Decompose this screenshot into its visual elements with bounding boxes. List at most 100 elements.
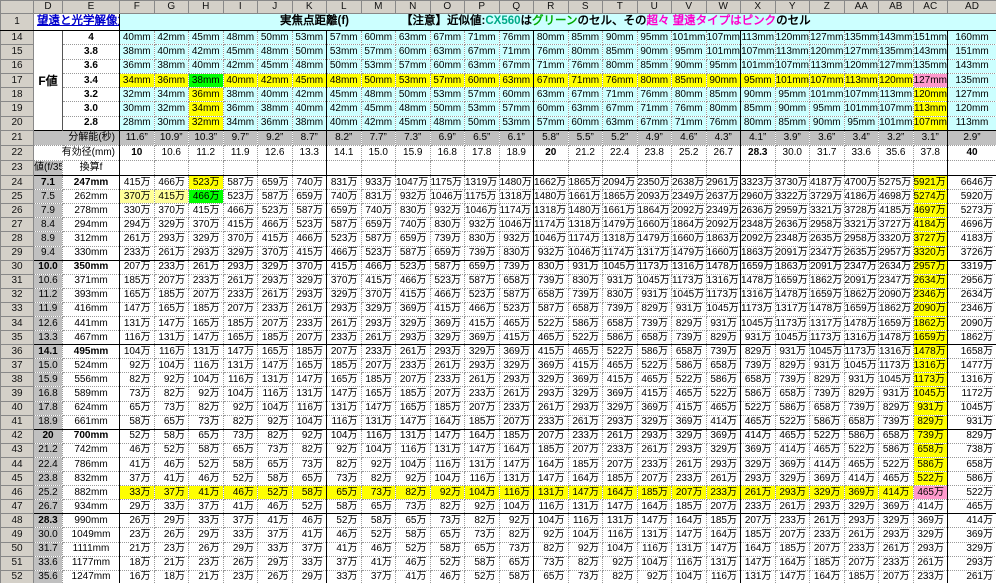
cell-Z24[interactable]: 4187万 bbox=[809, 175, 845, 191]
cell-Y26[interactable]: 2959万 bbox=[774, 203, 810, 219]
cell-T17[interactable]: 76mm bbox=[602, 72, 638, 89]
cell-Z50[interactable]: 207万 bbox=[809, 541, 845, 557]
cell-M46[interactable]: 73万 bbox=[360, 485, 396, 501]
cell-R26[interactable]: 1318万 bbox=[533, 203, 569, 219]
cell-Q46[interactable]: 116万 bbox=[498, 485, 534, 501]
cell-Y25[interactable]: 3322万 bbox=[774, 189, 810, 205]
cell-U38[interactable]: 465万 bbox=[636, 372, 672, 388]
cell-N47[interactable]: 73万 bbox=[395, 499, 431, 515]
cell-E40[interactable]: 624mm bbox=[62, 400, 120, 416]
cell-K43[interactable]: 82万 bbox=[291, 442, 327, 458]
cell-AD30[interactable]: 3319万 bbox=[947, 259, 996, 275]
cell-AA22[interactable]: 33.6 bbox=[843, 145, 879, 162]
cell-M27[interactable]: 659万 bbox=[360, 217, 396, 233]
cell-R45[interactable]: 147万 bbox=[533, 471, 569, 487]
cell-S40[interactable]: 293万 bbox=[567, 400, 603, 416]
cell-O29[interactable]: 659万 bbox=[429, 245, 465, 261]
cell-L40[interactable]: 131万 bbox=[326, 400, 362, 416]
cell-U18[interactable]: 76mm bbox=[636, 87, 672, 103]
cell-E42[interactable]: 700mm bbox=[62, 428, 120, 444]
cell-AA38[interactable]: 931万 bbox=[843, 372, 879, 388]
cell-Z19[interactable]: 95mm bbox=[809, 101, 845, 117]
cell-Y47[interactable]: 261万 bbox=[774, 499, 810, 515]
cell-AA36[interactable]: 1173万 bbox=[843, 344, 879, 360]
cell-K19[interactable]: 40mm bbox=[291, 101, 327, 117]
cell-H33[interactable]: 185万 bbox=[188, 301, 224, 318]
cell-G46[interactable]: 37万 bbox=[153, 485, 189, 501]
cell-H30[interactable]: 261万 bbox=[188, 259, 224, 275]
cell-K14[interactable]: 53mm bbox=[291, 29, 327, 46]
cell-R15[interactable]: 76mm bbox=[533, 44, 569, 60]
cell-S19[interactable]: 63mm bbox=[567, 101, 603, 117]
cell-F35[interactable]: 116万 bbox=[119, 330, 155, 346]
cell-AC31[interactable]: 2634万 bbox=[912, 273, 948, 289]
cell-F45[interactable]: 37万 bbox=[119, 471, 155, 487]
cell-F33[interactable]: 147万 bbox=[119, 301, 155, 318]
cell-Q18[interactable]: 60mm bbox=[498, 87, 534, 103]
cell-I40[interactable]: 92万 bbox=[222, 400, 258, 416]
cell-R34[interactable]: 522万 bbox=[533, 316, 569, 332]
cell-N35[interactable]: 293万 bbox=[395, 330, 431, 346]
cell-F52[interactable]: 16万 bbox=[119, 569, 155, 583]
cell-Z52[interactable]: 164万 bbox=[809, 569, 845, 583]
cell-U34[interactable]: 739万 bbox=[636, 316, 672, 332]
cell-H19[interactable]: 34mm bbox=[188, 101, 224, 117]
cell-P19[interactable]: 53mm bbox=[464, 101, 500, 117]
cell-L44[interactable]: 82万 bbox=[326, 456, 362, 473]
cell-O37[interactable]: 261万 bbox=[429, 358, 465, 374]
cell-N33[interactable]: 369万 bbox=[395, 301, 431, 318]
cell-P25[interactable]: 1175万 bbox=[464, 189, 500, 205]
row-header-36[interactable]: 36 bbox=[0, 344, 34, 360]
cell-G49[interactable]: 26万 bbox=[153, 527, 189, 543]
cell-U35[interactable]: 658万 bbox=[636, 330, 672, 346]
cell-P20[interactable]: 50mm bbox=[464, 115, 500, 132]
cell-N40[interactable]: 165万 bbox=[395, 400, 431, 416]
cell-E52[interactable]: 1247mm bbox=[62, 569, 120, 583]
cell-J16[interactable]: 45mm bbox=[257, 58, 293, 74]
cell-U24[interactable]: 2350万 bbox=[636, 175, 672, 191]
cell-Q39[interactable]: 261万 bbox=[498, 386, 534, 402]
cell-E26[interactable]: 278mm bbox=[62, 203, 120, 219]
cell-V42[interactable]: 329万 bbox=[671, 428, 707, 444]
cell-O15[interactable]: 63mm bbox=[429, 44, 465, 60]
cell-S38[interactable]: 369万 bbox=[567, 372, 603, 388]
cell-Z31[interactable]: 1862万 bbox=[809, 273, 845, 289]
cell-U37[interactable]: 522万 bbox=[636, 358, 672, 374]
cell-E28[interactable]: 312mm bbox=[62, 231, 120, 247]
cell-S25[interactable]: 1661万 bbox=[567, 189, 603, 205]
row-header-20[interactable]: 20 bbox=[0, 115, 34, 132]
cell-AC19[interactable]: 113mm bbox=[912, 101, 948, 117]
cell-G26[interactable]: 370万 bbox=[153, 203, 189, 219]
cell-K38[interactable]: 147万 bbox=[291, 372, 327, 388]
cell-F29[interactable]: 233万 bbox=[119, 245, 155, 261]
cell-AA50[interactable]: 233万 bbox=[843, 541, 879, 557]
cell-X43[interactable]: 369万 bbox=[740, 442, 776, 458]
cell-K52[interactable]: 29万 bbox=[291, 569, 327, 583]
cell-K29[interactable]: 415万 bbox=[291, 245, 327, 261]
cell-N44[interactable]: 104万 bbox=[395, 456, 431, 473]
cell-T43[interactable]: 233万 bbox=[602, 442, 638, 458]
cell-N42[interactable]: 131万 bbox=[395, 428, 431, 444]
cell-T48[interactable]: 131万 bbox=[602, 513, 638, 529]
cell-S20[interactable]: 60mm bbox=[567, 115, 603, 132]
cell-R31[interactable]: 739万 bbox=[533, 273, 569, 289]
cell-Y28[interactable]: 2348万 bbox=[774, 231, 810, 247]
column-header-K[interactable]: K bbox=[291, 0, 327, 14]
cell-AA23[interactable] bbox=[843, 160, 879, 177]
cell-AC45[interactable]: 522万 bbox=[912, 471, 948, 487]
cell-F28[interactable]: 261万 bbox=[119, 231, 155, 247]
cell-AC50[interactable]: 293万 bbox=[912, 541, 948, 557]
cell-X42[interactable]: 414万 bbox=[740, 428, 776, 444]
row-header-17[interactable]: 17 bbox=[0, 72, 34, 89]
cell-J20[interactable]: 36mm bbox=[257, 115, 293, 132]
cell-W17[interactable]: 90mm bbox=[705, 72, 741, 89]
cell-P30[interactable]: 659万 bbox=[464, 259, 500, 275]
cell-R46[interactable]: 131万 bbox=[533, 485, 569, 501]
cell-E43[interactable]: 742mm bbox=[62, 442, 120, 458]
cell-P46[interactable]: 104万 bbox=[464, 485, 500, 501]
cell-S14[interactable]: 85mm bbox=[567, 29, 603, 46]
cell-F37[interactable]: 92万 bbox=[119, 358, 155, 374]
cell-AD50[interactable]: 329万 bbox=[947, 541, 996, 557]
cell-E32[interactable]: 393mm bbox=[62, 287, 120, 303]
cell-M30[interactable]: 466万 bbox=[360, 259, 396, 275]
